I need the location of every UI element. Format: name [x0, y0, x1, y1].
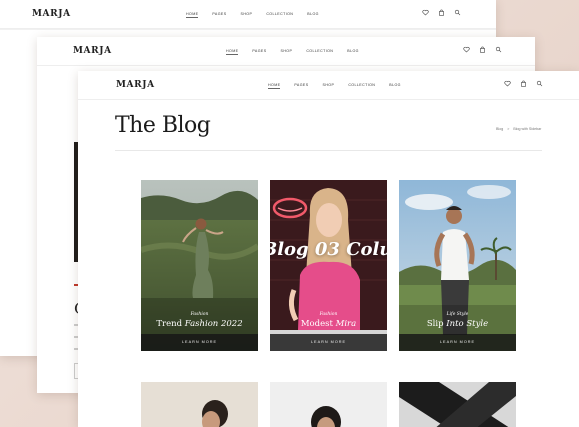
- post-title-text: Modest: [300, 319, 336, 329]
- nav-collection[interactable]: COLLECTION: [306, 49, 333, 55]
- brand-logo[interactable]: MARJA: [116, 80, 155, 90]
- post-image: [399, 382, 516, 427]
- blog-card[interactable]: [399, 382, 516, 427]
- learn-more-button[interactable]: LEARN MORE: [270, 334, 387, 351]
- brand-logo[interactable]: MARJA: [32, 9, 71, 19]
- bag-icon[interactable]: [479, 46, 486, 53]
- blog-card[interactable]: Life Style Slip Into Style LEARN MORE: [399, 180, 516, 351]
- header-bar: MARJA HOME PAGES SHOP COLLECTION BLOG: [37, 37, 535, 66]
- search-icon[interactable]: [536, 80, 543, 87]
- header-bar: MARJA HOME PAGES SHOP COLLECTION BLOG: [78, 71, 579, 100]
- nav-collection[interactable]: COLLECTION: [348, 83, 375, 89]
- bag-icon[interactable]: [438, 9, 445, 16]
- learn-more-button[interactable]: LEARN MORE: [141, 334, 258, 351]
- post-title-italic: Fashion 2022: [184, 319, 243, 329]
- post-category[interactable]: Fashion: [141, 312, 258, 317]
- bag-icon[interactable]: [520, 80, 527, 87]
- nav-home[interactable]: HOME: [226, 49, 239, 55]
- breadcrumb-blog[interactable]: Blog: [496, 127, 503, 131]
- blog-card[interactable]: [141, 382, 258, 427]
- blog-card[interactable]: Fashion Trend Fashion 2022 LEARN MORE: [141, 180, 258, 351]
- header-icons: [422, 9, 461, 16]
- nav-shop[interactable]: SHOP: [281, 49, 293, 55]
- heart-icon[interactable]: [504, 80, 511, 87]
- post-title[interactable]: Slip Into Style: [399, 319, 516, 329]
- post-title[interactable]: Modest Mira: [270, 319, 387, 329]
- page-title: The Blog: [115, 113, 211, 138]
- post-category[interactable]: Fashion: [270, 312, 387, 317]
- heart-icon[interactable]: [422, 9, 429, 16]
- heart-icon[interactable]: [463, 46, 470, 53]
- search-icon[interactable]: [495, 46, 502, 53]
- overlay-heading-text: Blog 03 Columns: [270, 239, 387, 260]
- post-title-italic: Into Style: [446, 319, 489, 329]
- post-title-text: Trend: [156, 319, 185, 329]
- main-nav: HOME PAGES SHOP COLLECTION BLOG: [268, 83, 401, 89]
- blog-card[interactable]: Fashion Modest Mira LEARN MORE: [270, 180, 387, 351]
- post-title-italic: Mira: [335, 319, 357, 329]
- nav-pages[interactable]: PAGES: [252, 49, 266, 55]
- divider: [115, 150, 542, 151]
- main-nav: HOME PAGES SHOP COLLECTION BLOG: [186, 12, 319, 18]
- search-icon[interactable]: [454, 9, 461, 16]
- post-image: [270, 382, 387, 427]
- nav-home[interactable]: HOME: [186, 12, 199, 18]
- nav-pages[interactable]: PAGES: [212, 12, 226, 18]
- divider: [0, 29, 496, 30]
- nav-shop[interactable]: SHOP: [323, 83, 335, 89]
- post-title-text: Slip: [426, 319, 447, 329]
- nav-blog[interactable]: BLOG: [347, 49, 359, 55]
- post-image: [141, 382, 258, 427]
- nav-blog[interactable]: BLOG: [389, 83, 401, 89]
- breadcrumb-separator: >: [507, 127, 510, 131]
- nav-blog[interactable]: BLOG: [307, 12, 319, 18]
- overlay-heading: Blog 03 Columns: [270, 239, 387, 260]
- post-title[interactable]: Trend Fashion 2022: [141, 319, 258, 329]
- breadcrumb-current: Blog with Sidebar: [513, 127, 542, 131]
- browser-window-front: MARJA HOME PAGES SHOP COLLECTION BLOG Th…: [78, 71, 579, 427]
- header-bar: MARJA HOME PAGES SHOP COLLECTION BLOG: [0, 0, 496, 29]
- post-category[interactable]: Life Style: [399, 312, 516, 317]
- nav-pages[interactable]: PAGES: [294, 83, 308, 89]
- nav-collection[interactable]: COLLECTION: [266, 12, 293, 18]
- blog-card[interactable]: [270, 382, 387, 427]
- header-icons: [463, 46, 502, 53]
- nav-home[interactable]: HOME: [268, 83, 281, 89]
- main-nav: HOME PAGES SHOP COLLECTION BLOG: [226, 49, 359, 55]
- breadcrumb: Blog > Blog with Sidebar: [496, 127, 541, 131]
- header-icons: [504, 80, 543, 87]
- nav-shop[interactable]: SHOP: [241, 12, 253, 18]
- brand-logo[interactable]: MARJA: [73, 46, 112, 56]
- learn-more-button[interactable]: LEARN MORE: [399, 334, 516, 351]
